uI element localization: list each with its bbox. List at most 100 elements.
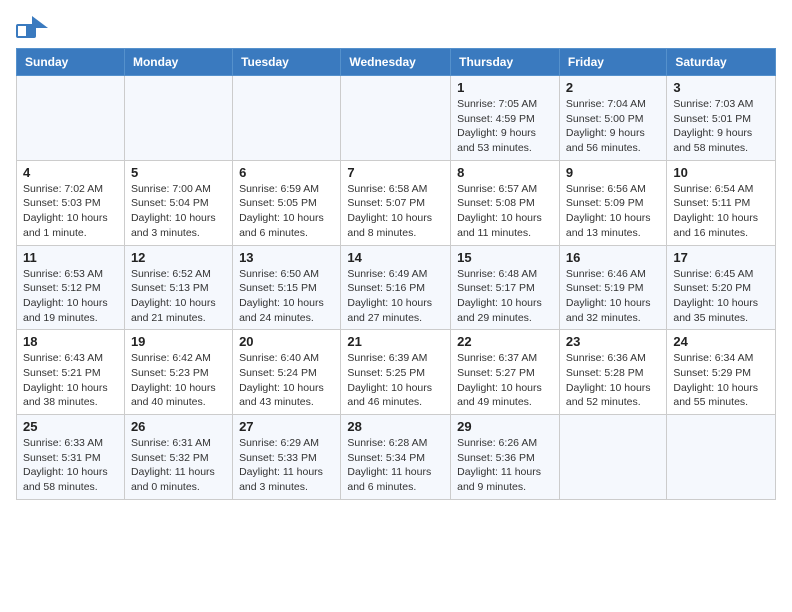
calendar-cell: 25 Sunrise: 6:33 AM Sunset: 5:31 PM Dayli… xyxy=(17,415,125,500)
day-info: Sunrise: 6:48 AM Sunset: 5:17 PM Dayligh… xyxy=(457,267,553,326)
day-number: 25 xyxy=(23,419,118,434)
calendar-cell xyxy=(233,76,341,161)
col-header-saturday: Saturday xyxy=(667,49,776,76)
calendar-cell: 2 Sunrise: 7:04 AM Sunset: 5:00 PM Daylig… xyxy=(559,76,666,161)
day-info: Sunrise: 6:50 AM Sunset: 5:15 PM Dayligh… xyxy=(239,267,334,326)
day-info: Sunrise: 6:45 AM Sunset: 5:20 PM Dayligh… xyxy=(673,267,769,326)
calendar-cell: 14 Sunrise: 6:49 AM Sunset: 5:16 PM Dayli… xyxy=(341,245,451,330)
day-number: 16 xyxy=(566,250,660,265)
calendar-week-row: 4 Sunrise: 7:02 AM Sunset: 5:03 PM Daylig… xyxy=(17,160,776,245)
calendar-cell: 20 Sunrise: 6:40 AM Sunset: 5:24 PM Dayli… xyxy=(233,330,341,415)
day-number: 18 xyxy=(23,334,118,349)
calendar-cell: 12 Sunrise: 6:52 AM Sunset: 5:13 PM Dayli… xyxy=(124,245,232,330)
logo-icon xyxy=(16,16,48,40)
day-number: 2 xyxy=(566,80,660,95)
calendar-cell: 1 Sunrise: 7:05 AM Sunset: 4:59 PM Daylig… xyxy=(451,76,560,161)
day-info: Sunrise: 6:42 AM Sunset: 5:23 PM Dayligh… xyxy=(131,351,226,410)
calendar-week-row: 25 Sunrise: 6:33 AM Sunset: 5:31 PM Dayli… xyxy=(17,415,776,500)
day-number: 27 xyxy=(239,419,334,434)
col-header-thursday: Thursday xyxy=(451,49,560,76)
day-number: 22 xyxy=(457,334,553,349)
calendar-cell: 21 Sunrise: 6:39 AM Sunset: 5:25 PM Dayli… xyxy=(341,330,451,415)
day-number: 4 xyxy=(23,165,118,180)
day-number: 23 xyxy=(566,334,660,349)
calendar-cell: 11 Sunrise: 6:53 AM Sunset: 5:12 PM Dayli… xyxy=(17,245,125,330)
day-info: Sunrise: 6:34 AM Sunset: 5:29 PM Dayligh… xyxy=(673,351,769,410)
day-number: 9 xyxy=(566,165,660,180)
calendar-cell: 5 Sunrise: 7:00 AM Sunset: 5:04 PM Daylig… xyxy=(124,160,232,245)
calendar-cell: 27Sunrise: 6:29 AM Sunset: 5:33 PM Dayli… xyxy=(233,415,341,500)
day-info: Sunrise: 6:46 AM Sunset: 5:19 PM Dayligh… xyxy=(566,267,660,326)
day-number: 26 xyxy=(131,419,226,434)
day-number: 7 xyxy=(347,165,444,180)
calendar-cell: 16 Sunrise: 6:46 AM Sunset: 5:19 PM Dayli… xyxy=(559,245,666,330)
day-info: Sunrise: 6:40 AM Sunset: 5:24 PM Dayligh… xyxy=(239,351,334,410)
col-header-friday: Friday xyxy=(559,49,666,76)
calendar-cell: 13 Sunrise: 6:50 AM Sunset: 5:15 PM Dayli… xyxy=(233,245,341,330)
day-number: 6 xyxy=(239,165,334,180)
calendar-week-row: 1 Sunrise: 7:05 AM Sunset: 4:59 PM Daylig… xyxy=(17,76,776,161)
day-info: Sunrise: 6:57 AM Sunset: 5:08 PM Dayligh… xyxy=(457,182,553,241)
calendar-cell: 4 Sunrise: 7:02 AM Sunset: 5:03 PM Daylig… xyxy=(17,160,125,245)
day-info: Sunrise: 6:33 AM Sunset: 5:31 PM Dayligh… xyxy=(23,436,118,495)
calendar-cell: 8 Sunrise: 6:57 AM Sunset: 5:08 PM Daylig… xyxy=(451,160,560,245)
day-number: 12 xyxy=(131,250,226,265)
day-number: 15 xyxy=(457,250,553,265)
page-header xyxy=(16,16,776,40)
calendar-cell: 3 Sunrise: 7:03 AM Sunset: 5:01 PM Daylig… xyxy=(667,76,776,161)
calendar-cell xyxy=(341,76,451,161)
day-number: 3 xyxy=(673,80,769,95)
calendar-cell: 6Sunrise: 6:59 AM Sunset: 5:05 PM Daylig… xyxy=(233,160,341,245)
day-number: 13 xyxy=(239,250,334,265)
day-number: 11 xyxy=(23,250,118,265)
day-info: Sunrise: 6:53 AM Sunset: 5:12 PM Dayligh… xyxy=(23,267,118,326)
calendar-cell xyxy=(667,415,776,500)
day-number: 20 xyxy=(239,334,334,349)
col-header-wednesday: Wednesday xyxy=(341,49,451,76)
logo xyxy=(16,16,52,40)
day-number: 21 xyxy=(347,334,444,349)
day-number: 17 xyxy=(673,250,769,265)
day-info: Sunrise: 6:49 AM Sunset: 5:16 PM Dayligh… xyxy=(347,267,444,326)
day-number: 28 xyxy=(347,419,444,434)
calendar-cell xyxy=(559,415,666,500)
calendar-cell: 26 Sunrise: 6:31 AM Sunset: 5:32 PM Dayli… xyxy=(124,415,232,500)
day-number: 29 xyxy=(457,419,553,434)
day-info: Sunrise: 7:02 AM Sunset: 5:03 PM Dayligh… xyxy=(23,182,118,241)
calendar-cell: 22Sunrise: 6:37 AM Sunset: 5:27 PM Dayli… xyxy=(451,330,560,415)
calendar-cell: 17 Sunrise: 6:45 AM Sunset: 5:20 PM Dayli… xyxy=(667,245,776,330)
day-info: Sunrise: 7:00 AM Sunset: 5:04 PM Dayligh… xyxy=(131,182,226,241)
day-info: Sunrise: 7:05 AM Sunset: 4:59 PM Dayligh… xyxy=(457,97,553,156)
day-info: Sunrise: 6:39 AM Sunset: 5:25 PM Dayligh… xyxy=(347,351,444,410)
calendar-cell: 23 Sunrise: 6:36 AM Sunset: 5:28 PM Dayli… xyxy=(559,330,666,415)
calendar-cell: 19Sunrise: 6:42 AM Sunset: 5:23 PM Dayli… xyxy=(124,330,232,415)
day-number: 5 xyxy=(131,165,226,180)
col-header-tuesday: Tuesday xyxy=(233,49,341,76)
calendar-cell xyxy=(17,76,125,161)
calendar-cell: 28 Sunrise: 6:28 AM Sunset: 5:34 PM Dayli… xyxy=(341,415,451,500)
day-number: 1 xyxy=(457,80,553,95)
calendar-cell: 15 Sunrise: 6:48 AM Sunset: 5:17 PM Dayli… xyxy=(451,245,560,330)
calendar-cell: 9 Sunrise: 6:56 AM Sunset: 5:09 PM Daylig… xyxy=(559,160,666,245)
calendar-cell: 7 Sunrise: 6:58 AM Sunset: 5:07 PM Daylig… xyxy=(341,160,451,245)
day-number: 10 xyxy=(673,165,769,180)
calendar-table: SundayMondayTuesdayWednesdayThursdayFrid… xyxy=(16,48,776,500)
calendar-week-row: 11 Sunrise: 6:53 AM Sunset: 5:12 PM Dayli… xyxy=(17,245,776,330)
day-number: 14 xyxy=(347,250,444,265)
day-info: Sunrise: 6:58 AM Sunset: 5:07 PM Dayligh… xyxy=(347,182,444,241)
col-header-sunday: Sunday xyxy=(17,49,125,76)
calendar-header-row: SundayMondayTuesdayWednesdayThursdayFrid… xyxy=(17,49,776,76)
day-info: Sunrise: 6:28 AM Sunset: 5:34 PM Dayligh… xyxy=(347,436,444,495)
calendar-week-row: 18 Sunrise: 6:43 AM Sunset: 5:21 PM Dayli… xyxy=(17,330,776,415)
day-info: Sunrise: 7:04 AM Sunset: 5:00 PM Dayligh… xyxy=(566,97,660,156)
day-info: Sunrise: 7:03 AM Sunset: 5:01 PM Dayligh… xyxy=(673,97,769,156)
day-info: Sunrise: 6:52 AM Sunset: 5:13 PM Dayligh… xyxy=(131,267,226,326)
day-info: Sunrise: 6:31 AM Sunset: 5:32 PM Dayligh… xyxy=(131,436,226,495)
day-info: Sunrise: 6:43 AM Sunset: 5:21 PM Dayligh… xyxy=(23,351,118,410)
calendar-cell: 18 Sunrise: 6:43 AM Sunset: 5:21 PM Dayli… xyxy=(17,330,125,415)
day-number: 8 xyxy=(457,165,553,180)
day-info: Sunrise: 6:36 AM Sunset: 5:28 PM Dayligh… xyxy=(566,351,660,410)
day-info: Sunrise: 6:56 AM Sunset: 5:09 PM Dayligh… xyxy=(566,182,660,241)
col-header-monday: Monday xyxy=(124,49,232,76)
calendar-cell: 29Sunrise: 6:26 AM Sunset: 5:36 PM Dayli… xyxy=(451,415,560,500)
